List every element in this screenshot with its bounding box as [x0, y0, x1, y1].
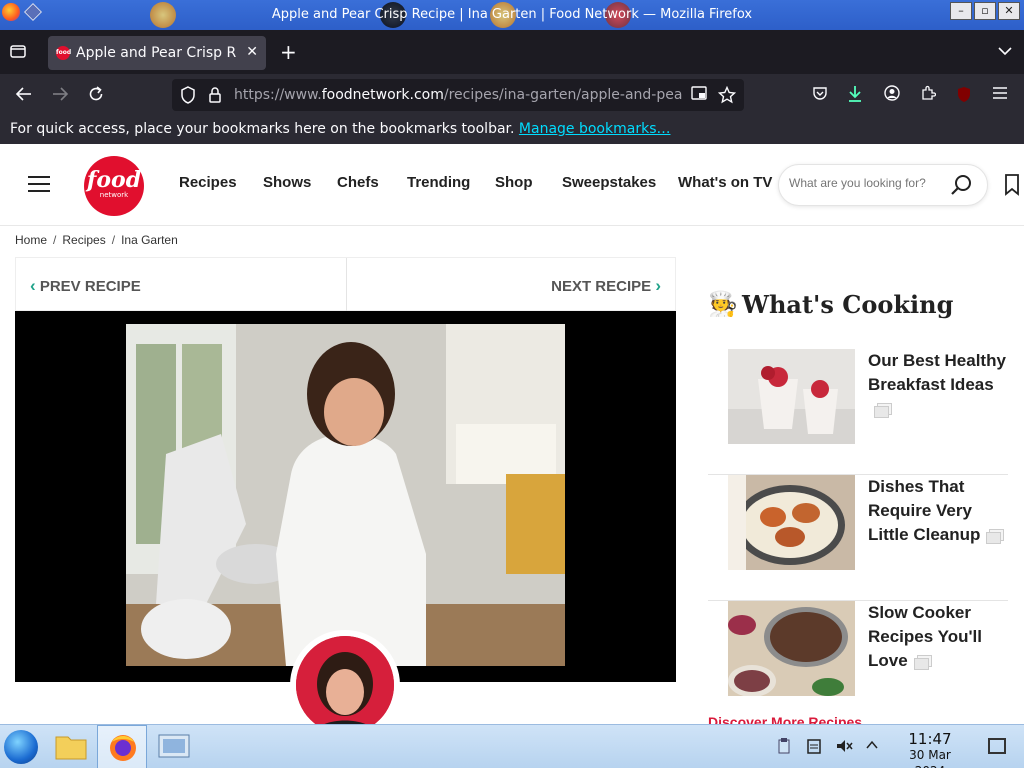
nav-recipes[interactable]: Recipes: [179, 174, 237, 191]
close-window-button[interactable]: ✕: [998, 2, 1020, 20]
account-icon[interactable]: [882, 85, 902, 105]
recipe-video-player[interactable]: [15, 311, 676, 682]
back-button[interactable]: [13, 85, 35, 107]
article-title[interactable]: Dishes That Require Very Little Cleanup: [868, 475, 1008, 547]
tracking-protection-shield-icon[interactable]: [180, 86, 196, 104]
gallery-icon: [874, 403, 892, 419]
bookmarks-hint-text: For quick access, place your bookmarks h…: [10, 121, 515, 137]
url-text[interactable]: https://www.foodnetwork.com/recipes/ina-…: [234, 87, 684, 103]
notes-tray-icon[interactable]: [804, 737, 824, 757]
os-taskbar: 11:47 30 Mar 2024: [0, 724, 1024, 768]
nav-shop[interactable]: Shop: [495, 174, 533, 191]
bookmarks-toolbar-message: For quick access, place your bookmarks h…: [10, 121, 670, 137]
url-path: /recipes/ina-garten/apple-and-pea: [443, 87, 683, 103]
tab-strip: food Apple and Pear Crisp Rec ✕ +: [0, 30, 1024, 74]
article-title[interactable]: Slow Cooker Recipes You'll Love: [868, 601, 1008, 673]
article-title-text: Our Best Healthy Breakfast Ideas: [868, 351, 1006, 394]
video-frame: [126, 324, 565, 666]
manage-bookmarks-link[interactable]: Manage bookmarks…: [519, 121, 671, 137]
app-menu-icon[interactable]: [990, 85, 1010, 105]
nav-chefs[interactable]: Chefs: [337, 174, 379, 191]
minimize-button[interactable]: –: [950, 2, 972, 20]
site-header: food network Recipes Shows Chefs Trendin…: [0, 144, 1024, 226]
next-recipe-label: NEXT RECIPE: [551, 278, 652, 295]
clipboard-tray-icon[interactable]: [774, 737, 794, 757]
lock-icon[interactable]: [208, 86, 222, 104]
recipe-nav-divider: [346, 258, 347, 312]
food-network-favicon-icon: food: [56, 46, 71, 60]
browser-tab-active[interactable]: food Apple and Pear Crisp Rec ✕: [48, 36, 266, 70]
article-card[interactable]: Slow Cooker Recipes You'll Love: [708, 601, 1008, 727]
navigation-toolbar: https://www.foodnetwork.com/recipes/ina-…: [0, 74, 1024, 168]
start-menu-button[interactable]: [4, 730, 38, 764]
show-desktop-icon[interactable]: [988, 738, 1006, 754]
logo-main-text: food: [86, 167, 142, 193]
chevron-up-icon[interactable]: [862, 737, 882, 757]
whats-cooking-title: What's Cooking: [742, 290, 954, 319]
maximize-button[interactable]: ▫: [974, 2, 996, 20]
pocket-icon[interactable]: [810, 85, 830, 105]
breadcrumb-home[interactable]: Home: [15, 233, 47, 247]
window-titlebar: Apple and Pear Crisp Recipe | Ina Garten…: [0, 0, 1024, 30]
chevron-left-icon: ‹: [30, 276, 36, 295]
article-card[interactable]: Our Best Healthy Breakfast Ideas: [708, 349, 1008, 475]
site-search: [778, 164, 988, 206]
volume-muted-icon[interactable]: [834, 737, 854, 757]
forward-button[interactable]: [49, 85, 71, 107]
firefox-taskbar-icon[interactable]: [97, 725, 147, 768]
reload-button[interactable]: [85, 85, 107, 107]
whats-cooking-header: 🧑‍🍳 What's Cooking: [708, 288, 1008, 324]
saved-bookmark-icon[interactable]: [1004, 174, 1020, 196]
list-all-tabs-icon[interactable]: [998, 44, 1012, 60]
article-thumbnail[interactable]: [728, 349, 855, 444]
ublock-icon[interactable]: [954, 85, 974, 105]
breadcrumb: Home / Recipes / Ina Garten: [15, 233, 178, 247]
extensions-icon[interactable]: [918, 85, 938, 105]
url-prefix: https://www.: [234, 87, 322, 103]
article-title[interactable]: Our Best Healthy Breakfast Ideas: [868, 349, 1008, 421]
url-domain: foodnetwork.com: [321, 87, 444, 103]
clock-date: 30 Mar 2024: [909, 748, 951, 768]
system-settings-taskbar-icon[interactable]: [149, 725, 199, 768]
picture-in-picture-icon[interactable]: [690, 86, 708, 104]
bookmarks-toolbar: For quick access, place your bookmarks h…: [0, 116, 1024, 144]
prev-recipe-label: PREV RECIPE: [39, 278, 141, 295]
clock-time: 11:47: [908, 730, 952, 748]
site-menu-icon[interactable]: [28, 176, 50, 194]
tab-close-icon[interactable]: ✕: [246, 44, 258, 60]
prev-recipe-link[interactable]: ‹ PREV RECIPE: [30, 276, 141, 296]
window-controls: – ▫ ✕: [950, 2, 1020, 20]
downloads-icon[interactable]: [845, 85, 865, 105]
nav-trending[interactable]: Trending: [407, 174, 470, 191]
chef-photo: [296, 636, 394, 734]
nav-shows[interactable]: Shows: [263, 174, 311, 191]
search-icon[interactable]: [951, 174, 973, 196]
article-card[interactable]: Dishes That Require Very Little Cleanup: [708, 475, 1008, 601]
breadcrumb-recipes[interactable]: Recipes: [62, 233, 105, 247]
tab-title: Apple and Pear Crisp Rec: [76, 45, 236, 61]
breadcrumb-chef[interactable]: Ina Garten: [121, 233, 178, 247]
next-recipe-link[interactable]: NEXT RECIPE ›: [551, 276, 661, 296]
chevron-right-icon: ›: [655, 276, 661, 295]
address-bar[interactable]: https://www.foodnetwork.com/recipes/ina-…: [172, 79, 744, 111]
nav-sweepstakes[interactable]: Sweepstakes: [562, 174, 656, 191]
new-tab-button[interactable]: +: [280, 42, 297, 62]
article-title-text: Dishes That Require Very Little Cleanup: [868, 477, 981, 544]
taskbar-clock[interactable]: 11:47 30 Mar 2024: [892, 731, 968, 768]
breadcrumb-separator: /: [111, 233, 116, 247]
nav-whats-on-tv[interactable]: What's on TV: [678, 174, 772, 191]
recipe-navigation: ‹ PREV RECIPE NEXT RECIPE ›: [15, 257, 676, 312]
file-manager-taskbar-icon[interactable]: [46, 725, 96, 768]
gallery-icon: [913, 655, 932, 671]
article-thumbnail[interactable]: [728, 601, 855, 696]
food-network-logo[interactable]: food network: [84, 156, 144, 216]
gallery-icon: [986, 529, 1005, 545]
window-title: Apple and Pear Crisp Recipe | Ina Garten…: [271, 7, 753, 22]
breadcrumb-separator: /: [53, 233, 57, 247]
chef-icon: 🧑‍🍳: [708, 290, 738, 318]
article-thumbnail[interactable]: [728, 475, 855, 570]
search-input[interactable]: [789, 176, 939, 190]
bookmark-star-icon[interactable]: [717, 85, 737, 104]
firefox-view-icon[interactable]: [8, 42, 28, 62]
